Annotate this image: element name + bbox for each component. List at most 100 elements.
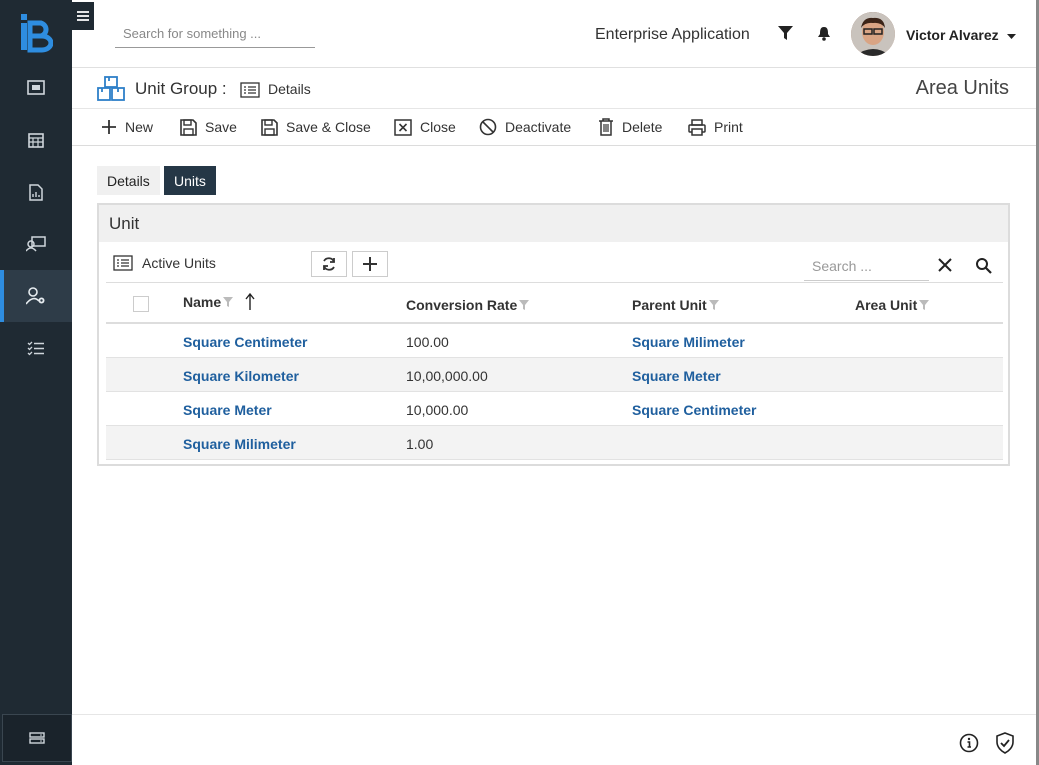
conversion-rate: 1.00 xyxy=(406,436,434,452)
save-close-button[interactable]: Save & Close xyxy=(261,117,371,137)
save-button[interactable]: Save xyxy=(180,117,237,137)
logo-icon xyxy=(21,14,53,53)
subgrid-title: Unit xyxy=(99,205,1008,242)
nav-tasks[interactable] xyxy=(0,322,72,374)
nav-calendar[interactable] xyxy=(0,114,72,166)
parent-unit-link[interactable]: Square Milimeter xyxy=(632,334,745,350)
record-header: Unit Group : Details Area Units xyxy=(72,68,1039,109)
save-icon xyxy=(180,118,197,136)
unit-name-link[interactable]: Square Centimeter xyxy=(183,334,307,350)
table-row[interactable]: Square Milimeter 1.00 xyxy=(106,426,1003,460)
view-selector[interactable]: Active Units xyxy=(113,255,216,271)
refresh-icon xyxy=(323,257,335,271)
user-avatar[interactable] xyxy=(851,12,895,56)
server-icon xyxy=(29,732,45,744)
shield-check-icon xyxy=(996,732,1014,754)
user-name-label: Victor Alvarez xyxy=(906,27,999,43)
add-unit-button[interactable] xyxy=(352,251,388,277)
unit-name-link[interactable]: Square Kilometer xyxy=(183,368,299,384)
delete-label: Delete xyxy=(622,119,663,135)
global-search-input[interactable] xyxy=(115,20,315,48)
save-label: Save xyxy=(205,119,237,135)
caret-down-icon xyxy=(1006,33,1016,39)
column-label: Name xyxy=(183,294,222,310)
table-row[interactable]: Square Centimeter 100.00 Square Milimete… xyxy=(106,324,1003,358)
parent-unit-link[interactable]: Square Centimeter xyxy=(632,402,756,418)
print-button[interactable]: Print xyxy=(688,117,743,137)
column-header-area[interactable]: Area Unit xyxy=(855,297,930,313)
user-menu[interactable]: Victor Alvarez xyxy=(906,27,1016,43)
close-label: Close xyxy=(420,119,456,135)
units-subgrid: Unit Active Units Name Conv xyxy=(97,203,1010,466)
checklist-icon xyxy=(27,341,44,356)
app-name: Enterprise Application xyxy=(595,26,750,43)
notifications-button[interactable] xyxy=(815,24,833,42)
units-table: Name Conversion Rate Parent Unit Area Un… xyxy=(106,282,1003,460)
unit-group-icon xyxy=(97,76,125,101)
conversion-rate: 10,00,000.00 xyxy=(406,368,488,384)
calendar-icon xyxy=(28,133,44,148)
refresh-button[interactable] xyxy=(311,251,347,277)
column-label: Conversion Rate xyxy=(406,297,518,313)
printer-icon xyxy=(688,118,706,136)
dashboard-icon xyxy=(27,80,45,95)
tab-units[interactable]: Units xyxy=(164,166,216,195)
view-name: Active Units xyxy=(142,255,216,271)
info-button[interactable] xyxy=(958,732,980,754)
list-icon xyxy=(113,255,133,271)
tab-details[interactable]: Details xyxy=(97,166,160,195)
footer-bar xyxy=(72,714,1039,765)
delete-button[interactable]: Delete xyxy=(598,117,662,137)
close-button[interactable]: Close xyxy=(394,117,456,137)
close-icon xyxy=(938,258,952,272)
sidebar xyxy=(0,0,72,765)
command-bar: New Save Save & Close Close Deactivate D… xyxy=(72,109,1039,146)
plus-icon xyxy=(102,120,116,134)
clear-search-button[interactable] xyxy=(935,255,955,275)
ban-icon xyxy=(479,118,497,136)
sort-ascending-icon xyxy=(245,293,255,310)
unit-name-link[interactable]: Square Milimeter xyxy=(183,436,296,452)
save-close-icon xyxy=(261,118,278,136)
search-icon xyxy=(975,257,992,274)
user-monitor-icon xyxy=(26,236,46,252)
search-button[interactable] xyxy=(973,255,993,275)
form-list-icon xyxy=(240,82,260,98)
deactivate-button[interactable]: Deactivate xyxy=(479,117,571,137)
parent-unit-link[interactable]: Square Meter xyxy=(632,368,721,384)
table-header: Name Conversion Rate Parent Unit Area Un… xyxy=(106,282,1003,324)
nav-users-monitor[interactable] xyxy=(0,218,72,270)
entity-name: Unit Group : xyxy=(135,79,227,98)
security-button[interactable] xyxy=(994,732,1016,754)
nav-user-settings[interactable] xyxy=(0,270,72,322)
nav-dashboard[interactable] xyxy=(0,62,72,114)
unit-name-link[interactable]: Square Meter xyxy=(183,402,272,418)
avatar-image xyxy=(851,12,895,56)
user-gear-icon xyxy=(26,287,45,305)
new-button[interactable]: New xyxy=(101,117,153,137)
table-row[interactable]: Square Kilometer 10,00,000.00 Square Met… xyxy=(106,358,1003,392)
filter-icon xyxy=(708,300,719,310)
close-box-icon xyxy=(394,118,412,136)
nav-expand[interactable] xyxy=(2,714,72,762)
filter-icon xyxy=(777,26,793,40)
subgrid-toolbar: Active Units xyxy=(99,242,1008,282)
column-header-rate[interactable]: Conversion Rate xyxy=(406,297,530,313)
column-label: Parent Unit xyxy=(632,297,707,313)
conversion-rate: 10,000.00 xyxy=(406,402,469,418)
column-header-parent[interactable]: Parent Unit xyxy=(632,297,719,313)
print-label: Print xyxy=(714,119,743,135)
nav-reports[interactable] xyxy=(0,166,72,218)
top-bar: Enterprise Application Victor Alvarez xyxy=(72,0,1039,68)
filter-button[interactable] xyxy=(776,24,794,42)
record-title: Area Units xyxy=(915,77,1009,99)
table-row[interactable]: Square Meter 10,000.00 Square Centimeter xyxy=(106,392,1003,426)
column-header-name[interactable]: Name xyxy=(183,293,255,311)
subgrid-search-input[interactable] xyxy=(804,251,929,281)
save-close-label: Save & Close xyxy=(286,119,371,135)
column-label: Area Unit xyxy=(855,297,918,313)
form-view-selector[interactable]: Details xyxy=(268,81,311,97)
deactivate-label: Deactivate xyxy=(505,119,572,135)
app-logo[interactable] xyxy=(0,0,72,68)
select-all-checkbox[interactable] xyxy=(133,296,149,312)
